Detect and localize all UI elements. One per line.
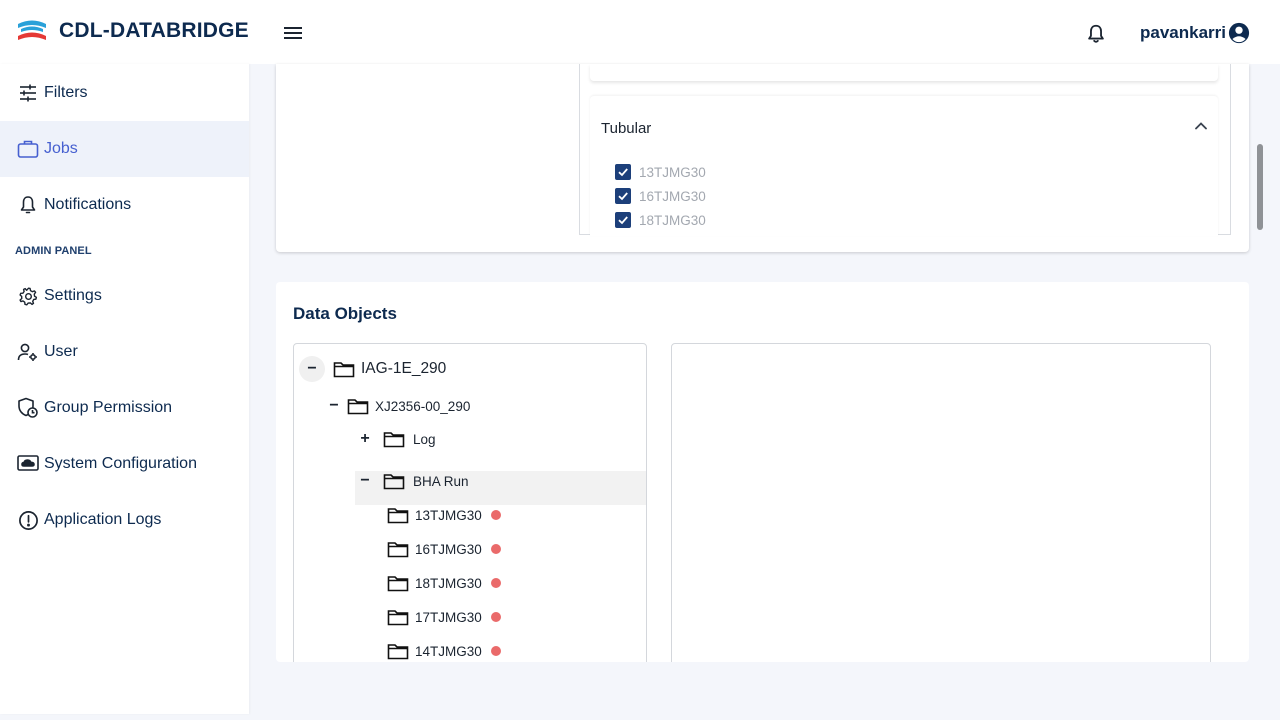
sidebar-item-label: Settings bbox=[44, 287, 102, 304]
sidebar-item-label: Application Logs bbox=[44, 511, 162, 528]
shield-clock-icon bbox=[17, 397, 39, 419]
checkbox-checked[interactable] bbox=[615, 212, 631, 228]
tree-node-bha-run[interactable]: − BHA Run bbox=[352, 468, 469, 494]
data-objects-card: Data Objects − IAG-1E_290 − XJ2356-00_29… bbox=[276, 282, 1249, 662]
tubular-heading[interactable]: Tubular bbox=[601, 120, 651, 137]
databridge-logo-icon bbox=[18, 20, 46, 40]
page-scrollbar[interactable] bbox=[1257, 144, 1263, 230]
tree-node-root[interactable]: − IAG-1E_290 bbox=[299, 356, 446, 382]
sidebar-item-jobs[interactable]: Jobs bbox=[0, 121, 249, 177]
tree-node-label: 13TJMG30 bbox=[415, 507, 482, 523]
collapsed-accordion[interactable] bbox=[590, 64, 1218, 81]
tree-leaf[interactable]: 14TJMG30 bbox=[387, 642, 501, 660]
folder-icon bbox=[333, 362, 355, 378]
tree-node-label: IAG-1E_290 bbox=[361, 360, 447, 377]
data-object-tree: − IAG-1E_290 − XJ2356-00_290 + Log − BHA… bbox=[293, 343, 647, 662]
filter-option[interactable]: 18TJMG30 bbox=[615, 212, 706, 228]
filter-option[interactable]: 16TJMG30 bbox=[615, 188, 706, 204]
tree-node-label: 18TJMG30 bbox=[415, 575, 482, 591]
tree-node-label: 16TJMG30 bbox=[415, 541, 482, 557]
briefcase-icon bbox=[17, 138, 39, 160]
user-menu[interactable]: pavankarri bbox=[1140, 22, 1250, 44]
folder-icon bbox=[387, 576, 409, 592]
sidebar-item-label: Filters bbox=[44, 84, 88, 101]
tree-leaf[interactable]: 13TJMG30 bbox=[387, 506, 501, 524]
tree-leaf[interactable]: 16TJMG30 bbox=[387, 540, 501, 558]
hamburger-menu-button[interactable] bbox=[284, 24, 306, 44]
folder-icon bbox=[387, 610, 409, 626]
checkbox-checked[interactable] bbox=[615, 188, 631, 204]
filter-panel: Tubular 13TJMG30 16TJMG30 18TJMG30 bbox=[579, 64, 1231, 236]
user-settings-icon bbox=[17, 341, 39, 363]
sidebar-item-filters[interactable]: Filters bbox=[0, 65, 249, 121]
chevron-up-icon[interactable] bbox=[1193, 118, 1209, 134]
sidebar-item-notifications[interactable]: Notifications bbox=[0, 177, 249, 233]
tree-leaf[interactable]: 18TJMG30 bbox=[387, 574, 501, 592]
expand-toggle[interactable]: + bbox=[352, 426, 378, 452]
filter-option-label: 13TJMG30 bbox=[639, 164, 706, 180]
account-circle-icon bbox=[1228, 22, 1250, 44]
app-header: CDL-DATABRIDGE pavankarri bbox=[0, 0, 1280, 64]
data-objects-title: Data Objects bbox=[293, 304, 397, 323]
folder-icon bbox=[383, 474, 405, 490]
notifications-bell-icon[interactable] bbox=[1085, 22, 1107, 46]
tree-node-label: BHA Run bbox=[413, 473, 469, 489]
tree-node-label: 17TJMG30 bbox=[415, 609, 482, 625]
collapse-toggle[interactable]: − bbox=[321, 393, 347, 419]
tree-node-label: XJ2356-00_290 bbox=[375, 398, 471, 414]
sidebar-item-application-logs[interactable]: Application Logs bbox=[0, 492, 249, 548]
sidebar-item-label: User bbox=[44, 343, 78, 360]
cloud-monitor-icon bbox=[17, 453, 39, 475]
folder-icon bbox=[387, 542, 409, 558]
sidebar-item-system-configuration[interactable]: System Configuration bbox=[0, 436, 249, 492]
data-object-detail-panel bbox=[671, 343, 1211, 662]
job-filter-card: Tubular 13TJMG30 16TJMG30 18TJMG30 bbox=[276, 64, 1249, 252]
sidebar-item-settings[interactable]: Settings bbox=[0, 268, 249, 324]
checkbox-checked[interactable] bbox=[615, 164, 631, 180]
tree-node-label: Log bbox=[413, 431, 436, 447]
collapse-toggle[interactable]: − bbox=[352, 468, 378, 494]
tree-node-log[interactable]: + Log bbox=[352, 426, 436, 452]
status-dot bbox=[490, 612, 501, 622]
folder-icon bbox=[347, 399, 369, 415]
tubular-accordion: Tubular 13TJMG30 16TJMG30 18TJMG30 bbox=[590, 96, 1218, 236]
status-dot bbox=[490, 510, 501, 520]
alert-circle-icon bbox=[17, 509, 39, 531]
app-title: CDL-DATABRIDGE bbox=[59, 19, 249, 42]
status-dot bbox=[490, 578, 501, 588]
filter-option-label: 16TJMG30 bbox=[639, 188, 706, 204]
tree-node-well[interactable]: − XJ2356-00_290 bbox=[321, 393, 470, 419]
brand[interactable]: CDL-DATABRIDGE bbox=[16, 18, 249, 44]
folder-icon bbox=[383, 432, 405, 448]
sidebar-item-label: Jobs bbox=[44, 140, 78, 157]
user-name: pavankarri bbox=[1140, 23, 1226, 42]
bell-icon bbox=[17, 194, 39, 216]
sidebar-item-label: System Configuration bbox=[44, 455, 197, 472]
sidebar-item-user[interactable]: User bbox=[0, 324, 249, 380]
filter-option[interactable]: 13TJMG30 bbox=[615, 164, 706, 180]
sliders-icon bbox=[17, 82, 39, 104]
filter-option-label: 18TJMG30 bbox=[639, 212, 706, 228]
tree-leaf[interactable]: 17TJMG30 bbox=[387, 608, 501, 626]
collapse-toggle[interactable]: − bbox=[299, 356, 325, 382]
gear-icon bbox=[17, 285, 39, 307]
status-dot bbox=[490, 646, 501, 656]
sidebar-item-group-permission[interactable]: Group Permission bbox=[0, 380, 249, 436]
sidebar: Filters Jobs Notifications ADMIN PANEL S… bbox=[0, 64, 249, 714]
status-dot bbox=[490, 544, 501, 554]
tree-node-label: 14TJMG30 bbox=[415, 643, 482, 659]
folder-icon bbox=[387, 644, 409, 660]
folder-icon bbox=[387, 508, 409, 524]
sidebar-item-label: Notifications bbox=[44, 196, 132, 213]
admin-panel-heading: ADMIN PANEL bbox=[15, 245, 92, 257]
sidebar-item-label: Group Permission bbox=[44, 399, 173, 416]
